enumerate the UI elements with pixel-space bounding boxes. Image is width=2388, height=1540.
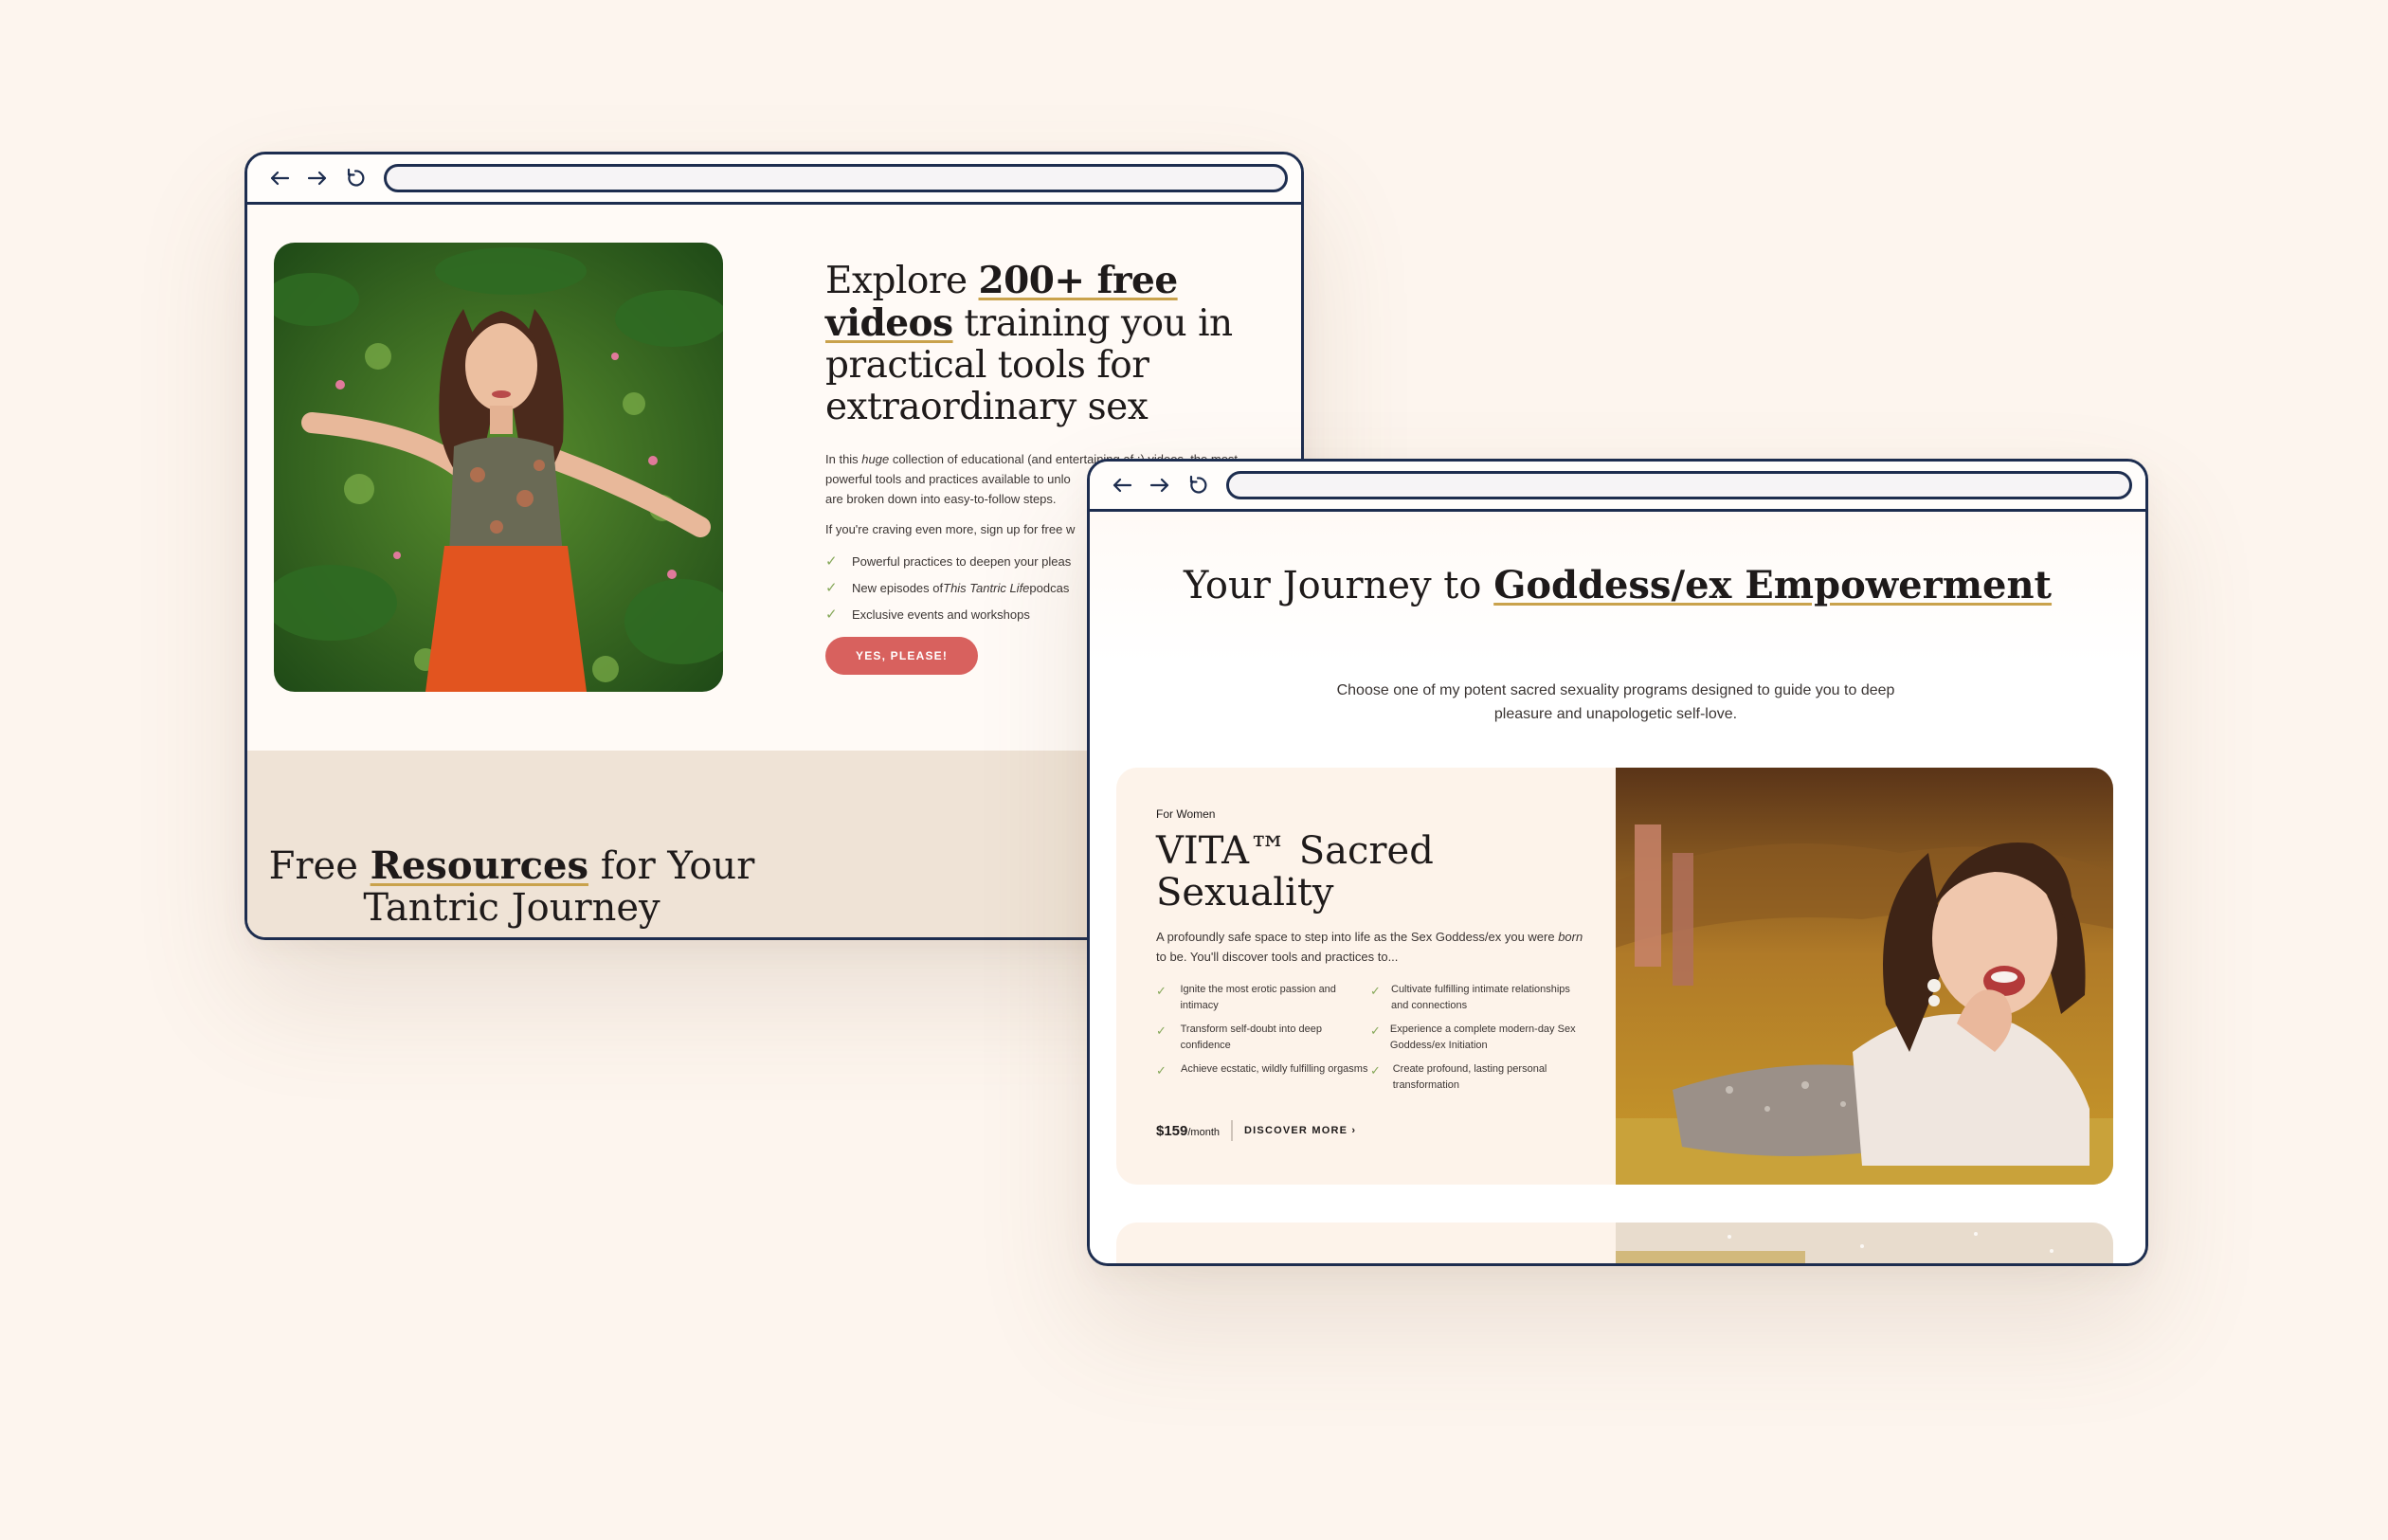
- check-icon: ✓: [1370, 1063, 1381, 1078]
- program-title: VITA™ Sacred Sexuality: [1156, 829, 1434, 915]
- address-bar[interactable]: [384, 164, 1288, 192]
- check-icon: ✓: [825, 553, 838, 570]
- benefit-item: ✓ Experience a complete modern-day Sex Go…: [1370, 1022, 1584, 1054]
- benefit-text: Cultivate fulfilling intimate relationsh…: [1391, 984, 1570, 1011]
- program-photo: [1616, 768, 2113, 1185]
- check-icon: ✓: [1156, 1024, 1167, 1038]
- yes-please-button[interactable]: YES, PLEASE!: [825, 637, 979, 675]
- program-card: For Women VITA™ Sacred Sexuality A profo…: [1116, 768, 2113, 1185]
- program-card-next-info: [1116, 1223, 1616, 1263]
- program-card-next: [1116, 1223, 2113, 1263]
- check-icon: ✓: [1370, 1024, 1381, 1038]
- journey-subtitle: Choose one of my potent sacred sexuality…: [1336, 682, 1895, 722]
- arrow-left-icon: [270, 171, 290, 186]
- paragraph-text: are broken down into easy-to-follow step…: [825, 492, 1057, 506]
- back-button[interactable]: [1103, 466, 1141, 504]
- program-eyebrow: For Women: [1156, 807, 1216, 821]
- forward-button[interactable]: [1141, 466, 1179, 504]
- paragraph-emphasis: huge: [861, 452, 890, 466]
- price-row: $159/month DISCOVER MORE ›: [1156, 1120, 1356, 1141]
- address-bar[interactable]: [1226, 471, 2132, 499]
- forward-button[interactable]: [298, 159, 336, 197]
- paragraph-text: powerful tools and practices available t…: [825, 472, 1071, 486]
- journey-heading: Your Journey to Goddess/ex Empowerment: [1090, 565, 2145, 607]
- price: $159/month: [1156, 1123, 1220, 1139]
- check-icon: ✓: [825, 607, 838, 623]
- benefit-item: ✓ Achieve ecstatic, wildly fulfilling org…: [1156, 1061, 1370, 1094]
- benefit-text: Ignite the most erotic passion and intim…: [1180, 984, 1336, 1011]
- program-description: A profoundly safe space to step into lif…: [1156, 927, 1592, 967]
- discover-more-link[interactable]: DISCOVER MORE ›: [1244, 1125, 1356, 1136]
- check-icon: ✓: [1156, 984, 1167, 998]
- program-benefits: ✓ Ignite the most erotic passion and inti…: [1156, 982, 1584, 1094]
- chevron-right-icon: ›: [1351, 1125, 1357, 1136]
- reload-button[interactable]: [336, 159, 374, 197]
- check-icon: ✓: [825, 580, 838, 596]
- description-emphasis: born: [1558, 930, 1583, 944]
- divider: [1231, 1120, 1234, 1141]
- list-item-text: podcas: [1029, 580, 1070, 595]
- arrow-right-icon: [1149, 478, 1169, 493]
- heading-text: Free: [268, 844, 371, 888]
- hero-heading: Explore 200+ free videos training you in…: [825, 260, 1299, 428]
- benefit-text: Experience a complete modern-day Sex God…: [1389, 1024, 1576, 1051]
- resources-heading: Free Resources for Your Tantric Journey: [247, 843, 776, 930]
- podcast-name: This Tantric Life: [943, 580, 1030, 595]
- benefit-item: ✓ Create profound, lasting personal trans…: [1370, 1061, 1584, 1094]
- description-text: to be. You'll discover tools and practic…: [1156, 950, 1399, 964]
- price-unit: /month: [1187, 1126, 1221, 1138]
- list-item-text: New episodes of: [852, 580, 944, 595]
- heading-highlight: Resources: [370, 843, 588, 888]
- reload-icon: [347, 168, 365, 187]
- page-content: Your Journey to Goddess/ex Empowerment C…: [1090, 512, 2145, 1263]
- heading-text: Your Journey to: [1183, 564, 1494, 607]
- check-icon: ✓: [1156, 1063, 1167, 1078]
- arrow-left-icon: [1113, 478, 1132, 493]
- check-icon: ✓: [1370, 984, 1381, 998]
- hero-photo: [274, 243, 723, 692]
- back-button[interactable]: [261, 159, 298, 197]
- browser-toolbar: [1090, 462, 2145, 512]
- paragraph-text: In this: [825, 452, 862, 466]
- program-card-next-photo: [1616, 1223, 2113, 1263]
- benefit-item: ✓ Ignite the most erotic passion and inti…: [1156, 982, 1370, 1014]
- benefit-text: Achieve ecstatic, wildly fulfilling orga…: [1181, 1063, 1368, 1075]
- browser-window-programs: Your Journey to Goddess/ex Empowerment C…: [1087, 459, 2148, 1266]
- list-item-text: Exclusive events and workshops: [852, 607, 1030, 622]
- heading-highlight: Goddess/ex Empowerment: [1493, 563, 2053, 607]
- program-card-info: For Women VITA™ Sacred Sexuality A profo…: [1116, 768, 1616, 1185]
- description-text: A profoundly safe space to step into lif…: [1156, 930, 1559, 944]
- list-item-text: Powerful practices to deepen your pleas: [852, 553, 1072, 569]
- benefit-text: Transform self-doubt into deep confidenc…: [1180, 1024, 1322, 1051]
- reload-icon: [1189, 475, 1207, 494]
- showcase-stage: Explore 200+ free videos training you in…: [0, 0, 2388, 1540]
- benefit-item: ✓ Cultivate fulfilling intimate relations…: [1370, 982, 1584, 1014]
- benefit-text: Create profound, lasting personal transf…: [1392, 1063, 1547, 1091]
- benefit-item: ✓ Transform self-doubt into deep confiden…: [1156, 1022, 1370, 1054]
- heading-text: Explore: [825, 260, 979, 302]
- reload-button[interactable]: [1179, 466, 1217, 504]
- browser-toolbar: [247, 154, 1301, 205]
- arrow-right-icon: [307, 171, 327, 186]
- price-value: $159: [1156, 1122, 1188, 1139]
- discover-label: DISCOVER MORE: [1244, 1125, 1348, 1136]
